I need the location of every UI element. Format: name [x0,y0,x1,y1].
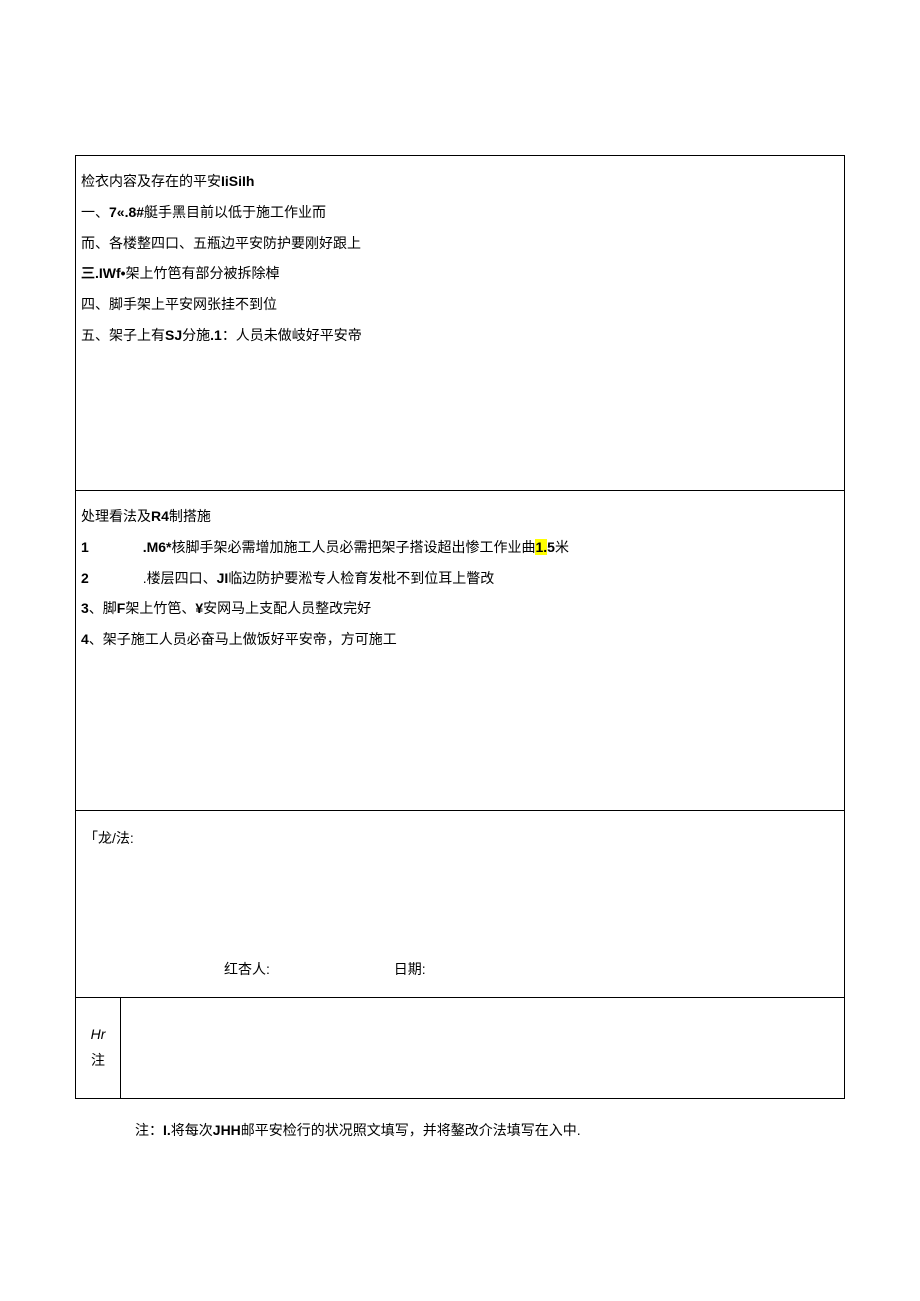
section2-line3: 3、脚F架上竹笆、¥安网马上支配人员整改完好 [81,593,839,624]
line-text2: 临边防护要淞专人检育发枇不到位耳上瞥改 [228,570,494,586]
line-bold: 7«.8# [109,204,144,220]
line-text: 架上竹笆有部分被拆除棹 [126,265,280,281]
section1-line5: 五、架子上有SJ分施.1：人员未做岐好平安帝 [81,320,839,351]
section1-title: 检衣内容及存在的平安IiSiIh [81,166,839,197]
line-bold: .IWf• [95,265,126,281]
line-bold: .M6* [143,539,172,555]
handling-measures-section: 处理看法及R4制搭施 1 .M6*核脚手架必需增加施工人员必需把架子搭设超出惨工… [76,491,844,811]
section2-title: 处理看法及R4制搭施 [81,501,839,532]
title-text: 检衣内容及存在的平安 [81,173,221,189]
line-text3: 安网马上支配人员整改完好 [203,600,371,616]
line-prefix: 三 [81,265,95,281]
footer-text1: 将每次 [171,1122,213,1138]
footer-bold2: JHH [213,1122,241,1138]
line-text: ：人员未做岐好平安帝 [222,327,362,343]
section2-line2: 2 .楼层四口、JI临边防护要淞专人检育发枇不到位耳上瞥改 [81,563,839,594]
title-bold: R4 [151,508,169,524]
section2-line1: 1 .M6*核脚手架必需增加施工人员必需把架子搭设超出惨工作业曲1.5米 [81,532,839,563]
section1-line2: 而、各楼整四口、五瓶边平安防护要刚好跟上 [81,228,839,259]
hr-note-section: Hr 注 [76,998,844,1098]
line-bold2: ¥ [195,600,203,616]
line-highlight: 1. [535,539,547,555]
footer-text2: 邮平安检行的状况照文填写，并将鏊改介法填写在入中. [241,1122,581,1138]
sign-date-label: 日期: [394,954,426,985]
footer-bold1: I. [163,1122,171,1138]
line-text: .楼层四口、 [143,570,217,586]
zhu-label: 注 [91,1048,105,1073]
title-suffix: 制搭施 [169,508,211,524]
line-text: 核脚手架必需增加施工人员必需把架子搭设超出惨工作业曲 [171,539,535,555]
line-num: 3 [81,600,89,616]
title-bold: IiSiIh [221,173,254,189]
title-prefix: 处理看法及 [81,508,151,524]
line-text: 艇手黑目前以低于施工作业而 [144,204,326,220]
line-num: 2 [81,563,89,594]
sign-line: 红杏人: 日期: [224,954,836,985]
line-mid: 分施 [182,327,210,343]
section2-line4: 4、架子施工人员必奋马上做饭好平安帝，方可施工 [81,624,839,655]
hr-label: Hr [91,1022,106,1047]
line-num: 1 [81,532,89,563]
section1-line4: 四、脚手架上平安网张挂不到位 [81,289,839,320]
footer-note: 注：I.将每次JHH邮平安检行的状况照文填写，并将鏊改介法填写在入中. [135,1119,845,1141]
line-content: .楼层四口、JI临边防护要淞专人检育发枇不到位耳上瞥改 [143,570,495,586]
line-bold2: .1 [210,327,222,343]
section1-line1: 一、7«.8#艇手黑目前以低于施工作业而 [81,197,839,228]
footer-prefix: 注： [135,1122,163,1138]
line-prefix: 五、架子上有 [81,327,165,343]
signature-section: 「龙/法: 红杏人: 日期: [76,811,844,998]
section3-label: 「龙/法: [84,830,134,846]
line-prefix: 一、 [81,204,109,220]
hr-right-cell [121,998,844,1098]
line-content: .M6*核脚手架必需增加施工人员必需把架子搭设超出惨工作业曲1.5米 [143,539,569,555]
line-bold: SJ [165,327,182,343]
line-bold: JI [217,570,229,586]
line-num: 4 [81,631,89,647]
hr-left-cell: Hr 注 [76,998,121,1098]
inspection-content-section: 检衣内容及存在的平安IiSiIh 一、7«.8#艇手黑目前以低于施工作业而 而、… [76,156,844,491]
line-text2: 米 [555,539,569,555]
line-bold2: 5 [547,539,555,555]
sign-person-label: 红杏人: [224,954,270,985]
line-text2: 架上竹笆、 [125,600,195,616]
section1-line3: 三.IWf•架上竹笆有部分被拆除棹 [81,258,839,289]
line-text: 、架子施工人员必奋马上做饭好平安帝，方可施工 [89,631,397,647]
line-text: 、脚 [89,600,117,616]
